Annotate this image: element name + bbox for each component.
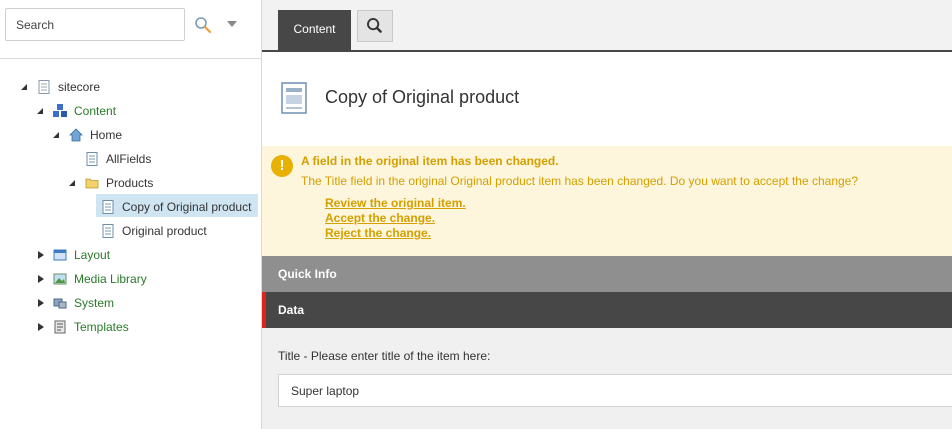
tree-label-allfields: AllFields [106,152,152,166]
tree-label-media-library: Media Library [74,272,147,286]
collapsed-arrow-icon[interactable] [36,292,46,314]
document-icon [86,152,98,166]
editor-toolbar: Content [262,0,952,52]
document-icon [102,224,114,238]
accept-change-link[interactable]: Accept the change. [325,211,435,225]
content-cubes-icon [53,104,67,117]
warning-title: A field in the original item has been ch… [301,154,559,168]
document-icon [281,82,307,114]
section-quick-info[interactable]: Quick Info [262,256,952,292]
template-icon [54,320,66,334]
tree-label-content: Content [74,104,117,118]
title-field[interactable] [278,374,952,407]
collapsed-arrow-icon[interactable] [36,316,46,338]
reject-change-link[interactable]: Reject the change. [325,226,431,240]
search-input[interactable] [16,9,176,40]
expanded-arrow-icon[interactable] [51,124,61,146]
tree-label-system: System [74,296,115,310]
warning-text: The Title field in the original Original… [301,174,859,188]
warning-panel: ! A field in the original item has been … [262,146,952,256]
layout-icon [53,249,67,261]
tree-label-copy-of-original: Copy of Original product [122,200,252,214]
home-icon [69,128,83,142]
section-data[interactable]: Data [262,292,952,328]
search-icon [367,18,382,33]
document-icon [38,80,50,94]
collapsed-arrow-icon[interactable] [36,268,46,290]
folder-icon [85,178,99,189]
tree-label-original-product: Original product [122,224,207,238]
tree-label-products: Products [106,176,154,190]
search-bar [0,0,261,59]
content-tree-pane: sitecore Content Home AllFields Products… [0,0,262,429]
tree-label-sitecore: sitecore [58,80,101,94]
collapsed-arrow-icon[interactable] [36,244,46,266]
tree-label-layout: Layout [74,248,111,262]
review-original-link[interactable]: Review the original item. [325,196,466,210]
warning-icon: ! [271,155,293,177]
tab-content[interactable]: Content [278,10,351,50]
expanded-arrow-icon[interactable] [67,172,77,194]
search-box[interactable] [5,8,185,41]
search-icon[interactable] [194,16,212,34]
expanded-arrow-icon[interactable] [35,100,45,122]
image-icon [53,273,67,285]
title-field-label: Title - Please enter title of the item h… [278,349,491,363]
tree-label-home: Home [90,128,123,142]
item-title: Copy of Original product [325,87,520,107]
data-fields: Title - Please enter title of the item h… [262,328,952,429]
document-icon [102,200,114,214]
item-header: Copy of Original product [262,52,952,146]
system-icon [53,298,67,309]
tree-label-templates: Templates [74,320,129,334]
editor-pane: Content Copy of Original product ! A fie… [262,0,952,429]
tab-search[interactable] [357,10,393,42]
expanded-arrow-icon[interactable] [19,76,29,98]
title-input[interactable] [291,375,891,406]
chevron-down-icon[interactable] [226,19,238,29]
